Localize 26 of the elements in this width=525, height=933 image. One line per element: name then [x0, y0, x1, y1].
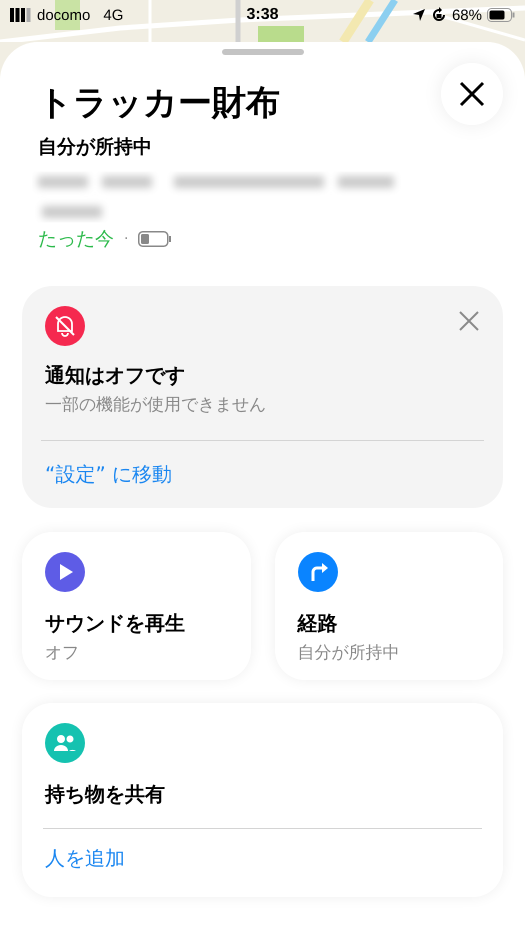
low-battery-icon	[138, 231, 172, 247]
bell-off-icon	[45, 306, 85, 346]
action-title: サウンドを再生	[45, 610, 186, 637]
separator-dot: ·	[124, 231, 128, 247]
add-person-link[interactable]: 人を追加	[45, 845, 125, 872]
close-icon	[459, 81, 485, 107]
network-type: 4G	[103, 6, 124, 24]
action-subtitle: 自分が所持中	[298, 642, 400, 664]
rotation-lock-icon	[430, 7, 447, 23]
action-title: 経路	[298, 610, 338, 637]
owner-status: 自分が所持中	[38, 135, 153, 160]
signal-icon	[10, 8, 32, 22]
item-title: トラッカー財布	[38, 82, 280, 125]
carrier-name: docomo	[37, 6, 90, 24]
notice-title: 通知はオフです	[45, 362, 186, 389]
action-subtitle: オフ	[45, 642, 80, 664]
people-icon	[45, 723, 85, 763]
battery-percent: 68%	[452, 6, 482, 24]
share-title: 持ち物を共有	[45, 781, 166, 808]
update-time: たった今	[38, 227, 114, 252]
action-card[interactable]: サウンドを再生 オフ	[22, 532, 250, 680]
battery-icon	[487, 8, 515, 22]
location-arrow-icon	[412, 8, 426, 22]
status-time: 3:38	[246, 6, 279, 24]
notice-subtitle: 一部の機能が使用できません	[45, 394, 267, 416]
action-card[interactable]: 経路 自分が所持中	[274, 532, 503, 680]
